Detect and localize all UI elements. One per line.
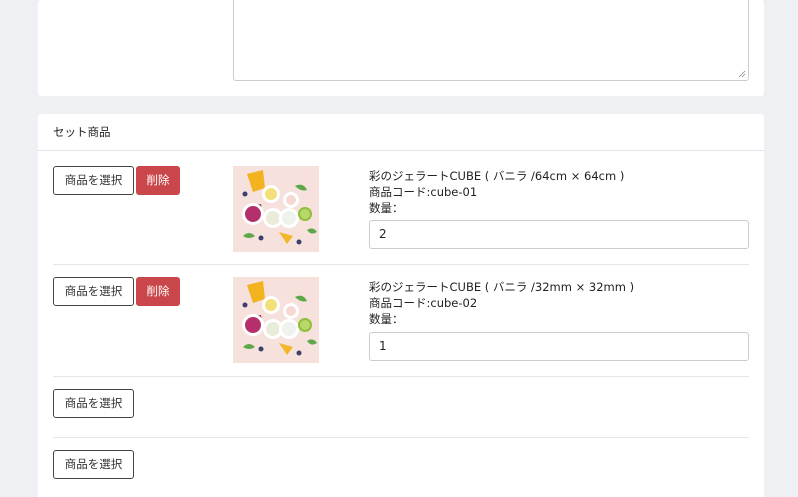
select-product-button[interactable]: 商品を選択	[53, 166, 134, 195]
quantity-input[interactable]: 1	[369, 332, 749, 361]
select-product-button[interactable]: 商品を選択	[53, 450, 134, 479]
delete-button[interactable]: 削除	[136, 166, 180, 195]
quantity-label: 数量：	[369, 312, 404, 326]
select-product-button[interactable]: 商品を選択	[53, 277, 134, 306]
row-divider	[53, 264, 749, 265]
quantity-input[interactable]: 2	[369, 220, 749, 249]
select-product-button[interactable]: 商品を選択	[53, 389, 134, 418]
product-name: 彩のジェラートCUBE ( バニラ /32mm × 32mm )	[369, 280, 635, 294]
product-info: 彩のジェラートCUBE ( バニラ /64cm × 64cm ) 商品コード:c…	[369, 168, 749, 216]
row-divider	[53, 437, 749, 438]
set-item-row: 商品を選択 削除	[53, 166, 749, 256]
empty-slot-row: 商品を選択	[53, 450, 749, 480]
product-code: 商品コード:cube-01	[369, 185, 478, 199]
gelato-image-icon	[233, 166, 319, 252]
gelato-image-icon	[233, 277, 319, 363]
delete-button[interactable]: 削除	[136, 277, 180, 306]
description-card	[38, 0, 764, 96]
product-info: 彩のジェラートCUBE ( バニラ /32mm × 32mm ) 商品コード:c…	[369, 279, 749, 327]
product-thumbnail	[233, 166, 319, 252]
product-name: 彩のジェラートCUBE ( バニラ /64cm × 64cm )	[369, 169, 625, 183]
set-item-row: 商品を選択 削除	[53, 277, 749, 367]
product-code: 商品コード:cube-02	[369, 296, 478, 310]
quantity-label: 数量：	[369, 201, 404, 215]
set-products-title: セット商品	[38, 114, 764, 151]
product-thumbnail	[233, 277, 319, 363]
row-divider	[53, 376, 749, 377]
empty-slot-row: 商品を選択	[53, 389, 749, 419]
set-products-card: セット商品 商品を選択 削除 彩のジェラートCUBE (バニラ /64cm ×…	[38, 114, 764, 497]
description-textarea[interactable]	[233, 0, 749, 81]
resize-handle-icon[interactable]	[738, 70, 746, 78]
